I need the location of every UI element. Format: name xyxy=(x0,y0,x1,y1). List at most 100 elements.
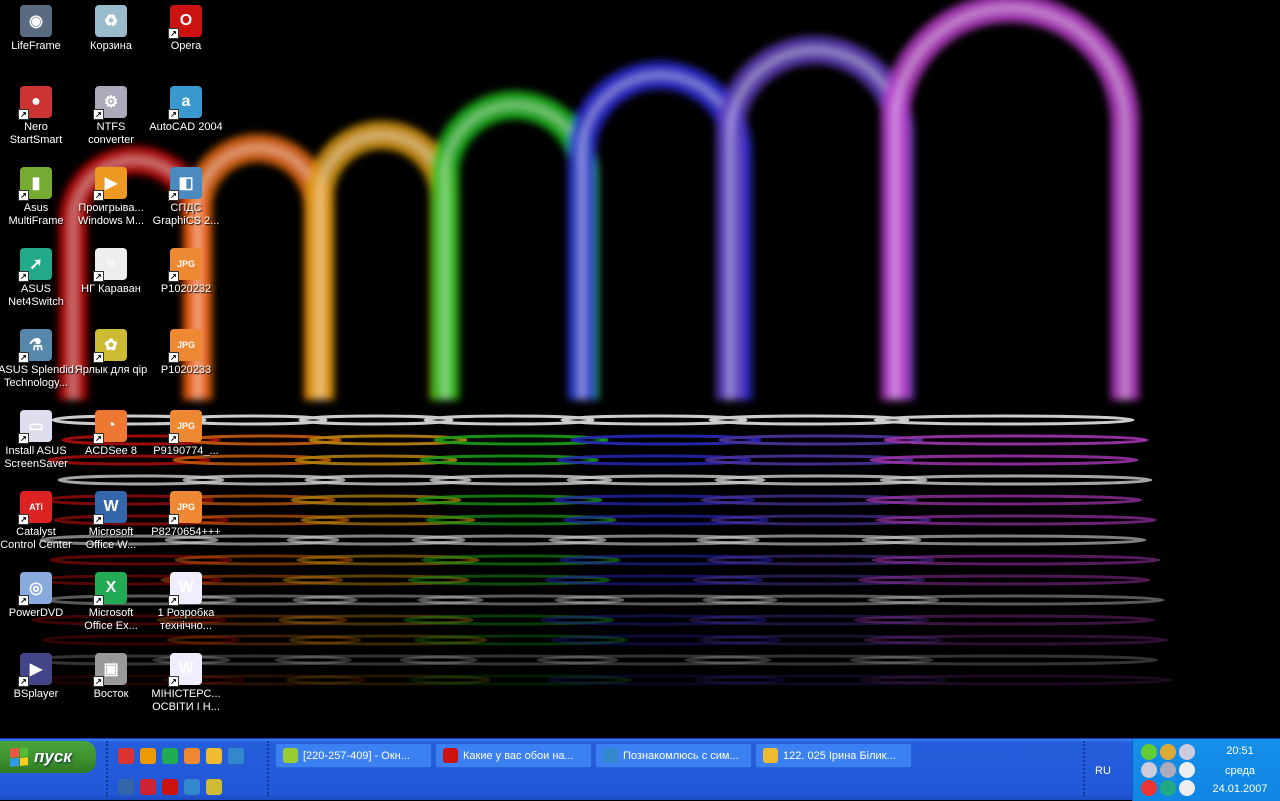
shortcut-arrow-icon: ↗ xyxy=(168,676,179,687)
quick-launch-icon[interactable] xyxy=(140,779,156,795)
start-label: пуск xyxy=(34,747,72,766)
shortcut-arrow-icon: ↗ xyxy=(93,271,104,282)
system-tray: 20:51 среда 24.01.2007 xyxy=(1132,739,1280,801)
taskbar: пуск [220-257-409] - Окн... Какие у вас о… xyxy=(0,738,1280,801)
desktop-icon[interactable]: ⚙ ↗ NTFS converter xyxy=(73,84,149,147)
tray-icon[interactable] xyxy=(1160,780,1176,796)
desktop-icon-image: a ↗ xyxy=(168,86,202,120)
desktop-icon[interactable]: ▭ ↗ Install ASUS ScreenSaver xyxy=(0,408,74,471)
tray-icon[interactable] xyxy=(1160,762,1176,778)
desktop-icon-image: ▮ ↗ xyxy=(18,167,52,201)
desktop-icon-label: ASUS Splendid Technology... xyxy=(0,364,74,389)
desktop-icon-image: ◎ ↗ xyxy=(18,572,52,606)
desktop-icon[interactable]: a ↗ AutoCAD 2004 xyxy=(148,84,224,134)
tray-icon[interactable] xyxy=(1179,762,1195,778)
desktop-icon-label: НГ Караван xyxy=(81,283,141,295)
desktop-icon[interactable]: ● ↗ Nero StartSmart xyxy=(0,84,74,147)
desktop-icon-image: ➚ ↗ xyxy=(18,248,52,282)
quick-launch-icon[interactable] xyxy=(162,779,178,795)
desktop-icon[interactable]: ◎ ↗ PowerDVD xyxy=(0,570,74,620)
desktop-icon[interactable]: W ↗ 1 Розробка технічно... xyxy=(148,570,224,633)
desktop-icon[interactable]: X ↗ Microsoft Office Ex... xyxy=(73,570,149,633)
quick-launch-icon[interactable] xyxy=(118,748,134,764)
desktop-icon-image: ✿ ↗ xyxy=(93,329,127,363)
shortcut-arrow-icon: ↗ xyxy=(168,433,179,444)
taskbar-window-button[interactable]: Какие у вас обои на... xyxy=(435,743,592,768)
desktop-icon[interactable]: JPG ↗ P8270654+++ xyxy=(148,489,224,539)
tray-icon[interactable] xyxy=(1179,744,1195,760)
desktop-icon-label: Корзина xyxy=(90,40,132,52)
quick-launch-icon[interactable] xyxy=(162,748,178,764)
tray-icon[interactable] xyxy=(1160,744,1176,760)
desktop-icon-image: ▶ ↗ xyxy=(93,167,127,201)
desktop-icon-label: P1020232 xyxy=(160,283,212,295)
quick-launch-row-2 xyxy=(118,779,222,795)
desktop-icon-label: Opera xyxy=(170,40,202,52)
window-title: Какие у вас обои на... xyxy=(463,749,574,762)
desktop-icon[interactable]: ➚ ↗ ASUS Net4Switch xyxy=(0,246,74,309)
desktop-icon-label: AutoCAD 2004 xyxy=(149,121,223,133)
window-app-icon xyxy=(443,748,458,763)
desktop-icon[interactable]: ◉ LifeFrame xyxy=(0,3,74,53)
shortcut-arrow-icon: ↗ xyxy=(18,271,29,282)
quick-launch-icon[interactable] xyxy=(140,748,156,764)
shortcut-arrow-icon: ↗ xyxy=(93,514,104,525)
desktop-icon[interactable]: ▶ ↗ BSplayer xyxy=(0,651,74,701)
desktop-icon[interactable]: ▣ ↗ Восток xyxy=(73,651,149,701)
clock-time[interactable]: 20:51 xyxy=(1205,745,1275,757)
tray-icon[interactable] xyxy=(1141,762,1157,778)
desktop-icon-label: ASUS Net4Switch xyxy=(8,283,64,308)
desktop-icon[interactable]: ◧ ↗ СПДС GraphiCS 2... xyxy=(148,165,224,228)
taskbar-window-button[interactable]: Познакомлюсь с сим... xyxy=(595,743,752,768)
desktop-icon[interactable]: W ↗ МІНІСТЕРС... ОСВІТИ І Н... xyxy=(148,651,224,714)
desktop-icon-image: ≡ ↗ xyxy=(93,248,127,282)
shortcut-arrow-icon: ↗ xyxy=(93,190,104,201)
desktop-icon[interactable]: ▶ ↗ Проигрыва... Windows M... xyxy=(73,165,149,228)
desktop-icon-image: ◧ ↗ xyxy=(168,167,202,201)
desktop-icon[interactable]: ▮ ↗ Asus MultiFrame xyxy=(0,165,74,228)
desktop-icon-label: Microsoft Office Ex... xyxy=(84,607,138,632)
quick-launch-icon[interactable] xyxy=(184,748,200,764)
quick-launch-icon[interactable] xyxy=(184,779,200,795)
tray-icon[interactable] xyxy=(1141,780,1157,796)
desktop-icon-image: ▣ ↗ xyxy=(93,653,127,687)
tray-icon[interactable] xyxy=(1179,780,1195,796)
desktop-icon[interactable]: ⚗ ↗ ASUS Splendid Technology... xyxy=(0,327,74,390)
desktop-icon-label: P9190774_... xyxy=(153,445,219,457)
quick-launch-icon[interactable] xyxy=(118,779,134,795)
desktop-icon[interactable]: O ↗ Opera xyxy=(148,3,224,53)
desktop-icon[interactable]: W ↗ Microsoft Office W... xyxy=(73,489,149,552)
windows-logo-icon xyxy=(10,747,28,767)
desktop-icon-image: JPG ↗ xyxy=(168,248,202,282)
desktop-icon-label: Ярлык для qip xyxy=(74,364,148,376)
desktop-icon-label: ACDSee 8 xyxy=(85,445,137,457)
desktop-icon-label: P8270654+++ xyxy=(151,526,221,538)
tray-icon[interactable] xyxy=(1141,744,1157,760)
shortcut-arrow-icon: ↗ xyxy=(93,433,104,444)
desktop-icon[interactable]: ◔ ↗ ACDSee 8 xyxy=(73,408,149,458)
quick-launch-icon[interactable] xyxy=(228,748,244,764)
desktop-icon-label: BSplayer xyxy=(13,688,59,700)
language-indicator[interactable]: RU xyxy=(1095,765,1111,777)
desktop-icon-label: Восток xyxy=(93,688,129,700)
quick-launch-icon[interactable] xyxy=(206,779,222,795)
start-button[interactable]: пуск xyxy=(0,741,96,773)
taskbar-window-button[interactable]: [220-257-409] - Окн... xyxy=(275,743,432,768)
desktop-icon[interactable]: JPG ↗ P9190774_... xyxy=(148,408,224,458)
desktop-icon-image: X ↗ xyxy=(93,572,127,606)
desktop-icon-label: Nero StartSmart xyxy=(9,121,63,146)
shortcut-arrow-icon: ↗ xyxy=(93,676,104,687)
desktop-icon-image: JPG ↗ xyxy=(168,491,202,525)
desktop-icon[interactable]: ATi ↗ Catalyst Control Center xyxy=(0,489,74,552)
clock-date: 24.01.2007 xyxy=(1212,783,1268,795)
taskbar-window-button[interactable]: 122. 025 Ірина Білик... xyxy=(755,743,912,768)
desktop-icon[interactable]: ♻ Корзина xyxy=(73,3,149,53)
desktop-icon[interactable]: ✿ ↗ Ярлык для qip xyxy=(73,327,149,377)
quick-launch-icon[interactable] xyxy=(206,748,222,764)
shortcut-arrow-icon: ↗ xyxy=(168,271,179,282)
desktop-icon[interactable]: JPG ↗ P1020233 xyxy=(148,327,224,377)
shortcut-arrow-icon: ↗ xyxy=(18,433,29,444)
desktop-icon[interactable]: JPG ↗ P1020232 xyxy=(148,246,224,296)
desktop-icon[interactable]: ≡ ↗ НГ Караван xyxy=(73,246,149,296)
desktop-icon-image: O ↗ xyxy=(168,5,202,39)
